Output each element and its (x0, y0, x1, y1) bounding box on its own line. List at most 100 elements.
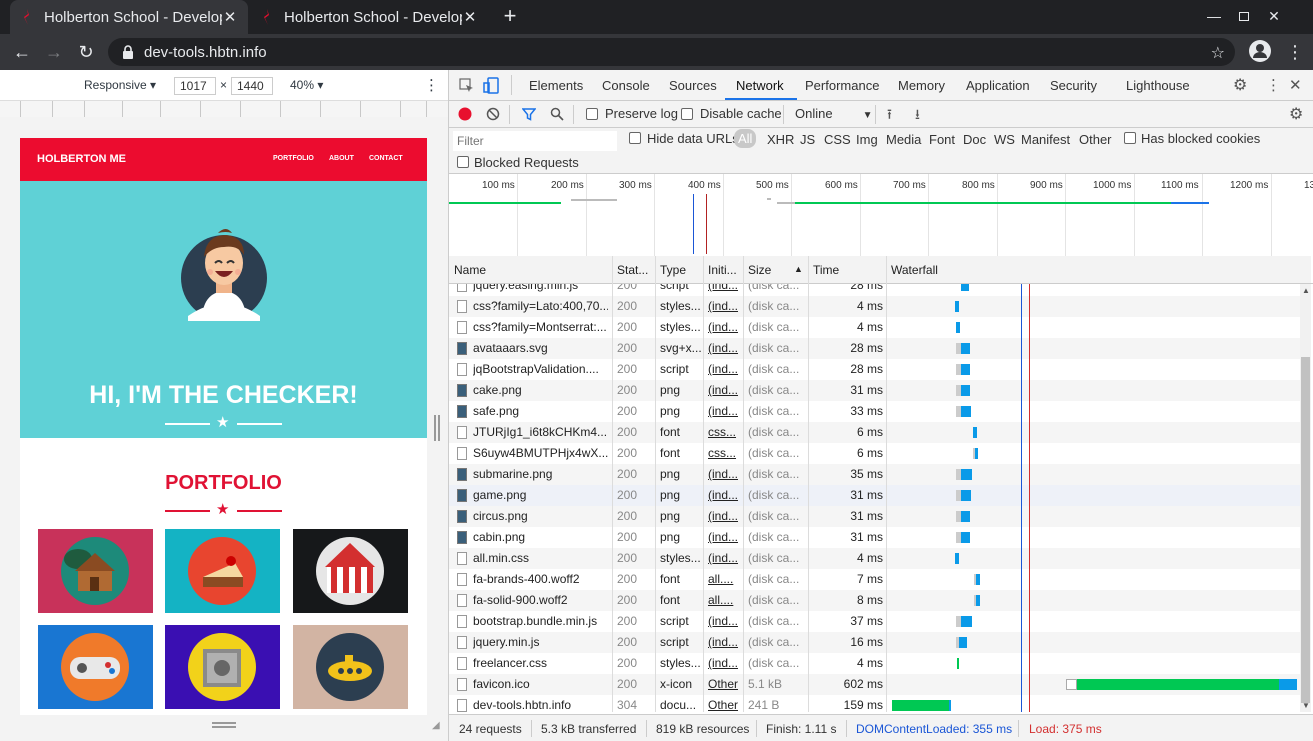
request-initiator[interactable]: (ind... (708, 284, 743, 292)
reload-icon[interactable]: ↻ (74, 40, 98, 64)
nav-contact[interactable]: CONTACT (369, 155, 403, 162)
table-row[interactable]: cabin.png 200 png (ind... (disk ca... 31 ms (449, 527, 1311, 548)
request-initiator[interactable]: (ind... (708, 551, 743, 565)
table-row[interactable]: jqBootstrapValidation.... 200 script (ind..… (449, 359, 1311, 380)
devtools-more-icon[interactable]: ⋮ (1266, 76, 1281, 94)
scroll-up-icon[interactable]: ▲ (1302, 286, 1310, 295)
table-row[interactable]: jquery.easing.min.js 200 script (ind... (dis… (449, 284, 1311, 296)
tab-sources[interactable]: Sources (669, 78, 717, 93)
close-tab-icon[interactable]: ✕ (462, 8, 478, 26)
tab-console[interactable]: Console (602, 78, 650, 93)
portfolio-item-cake[interactable] (165, 529, 280, 613)
forward-arrow-icon[interactable]: → (42, 40, 66, 64)
request-initiator[interactable]: (ind... (708, 341, 743, 355)
table-row[interactable]: safe.png 200 png (ind... (disk ca... 33 ms (449, 401, 1311, 422)
brand-logo[interactable]: HOLBERTON ME (37, 153, 126, 165)
browser-tab-2[interactable]: Holberton School - Develop ✕ (250, 0, 488, 34)
table-row[interactable]: cake.png 200 png (ind... (disk ca... 31 ms (449, 380, 1311, 401)
request-initiator[interactable]: (ind... (708, 467, 743, 481)
hide-data-urls-checkbox[interactable] (629, 132, 641, 144)
viewport-width-input[interactable]: 1017 (174, 77, 216, 95)
request-initiator[interactable]: (ind... (708, 320, 743, 334)
filter-funnel-icon[interactable] (522, 107, 536, 121)
tab-lighthouse[interactable]: Lighthouse (1126, 78, 1190, 93)
table-row[interactable]: bootstrap.bundle.min.js 200 script (ind... (… (449, 611, 1311, 632)
tab-memory[interactable]: Memory (898, 78, 945, 93)
table-row[interactable]: dev-tools.hbtn.info 304 docu... Other 241 B 1… (449, 695, 1311, 712)
request-initiator[interactable]: Other (708, 698, 743, 712)
type-filter-img[interactable]: Img (856, 132, 878, 147)
close-tab-icon[interactable]: ✕ (222, 8, 238, 26)
column-size[interactable]: Size (748, 263, 771, 277)
request-initiator[interactable]: all.... (708, 593, 743, 607)
portfolio-item-circus[interactable] (293, 529, 408, 613)
bookmark-star-icon[interactable]: ☆ (1211, 43, 1225, 63)
resize-corner-icon[interactable]: ◢ (432, 720, 444, 732)
request-initiator[interactable]: (ind... (708, 488, 743, 502)
table-row[interactable]: S6uyw4BMUTPHjx4wX... 200 font css... (disk c… (449, 443, 1311, 464)
table-scrollbar[interactable]: ▲ ▼ (1300, 284, 1311, 712)
column-name[interactable]: Name (454, 263, 486, 277)
column-waterfall[interactable]: Waterfall (891, 263, 938, 277)
tab-network[interactable]: Network (736, 78, 784, 93)
maximize-icon[interactable] (1234, 8, 1254, 26)
table-row[interactable]: JTURjIg1_i6t8kCHKm4... 200 font css... (disk… (449, 422, 1311, 443)
request-initiator[interactable]: (ind... (708, 383, 743, 397)
table-row[interactable]: avataaars.svg 200 svg+x... (ind... (disk ca.… (449, 338, 1311, 359)
clear-icon[interactable] (486, 107, 500, 121)
viewport-height-input[interactable]: 1440 (231, 77, 273, 95)
type-filter-all[interactable]: All (734, 129, 757, 148)
request-initiator[interactable]: (ind... (708, 299, 743, 313)
inspect-element-icon[interactable] (459, 78, 474, 93)
type-filter-other[interactable]: Other (1079, 132, 1112, 147)
address-bar[interactable]: dev-tools.hbtn.info ☆ (108, 38, 1235, 66)
request-initiator[interactable]: css... (708, 446, 743, 460)
type-filter-media[interactable]: Media (886, 132, 921, 147)
device-mode-select[interactable]: Responsive ▾ (84, 78, 156, 92)
tab-performance[interactable]: Performance (805, 78, 879, 93)
back-arrow-icon[interactable]: ← (10, 40, 34, 64)
request-initiator[interactable]: (ind... (708, 509, 743, 523)
chrome-menu-icon[interactable]: ⋮ (1283, 40, 1307, 64)
filter-input[interactable] (453, 131, 617, 151)
type-filter-css[interactable]: CSS (824, 132, 851, 147)
portfolio-item-game[interactable] (38, 625, 153, 709)
column-status[interactable]: Stat... (617, 263, 648, 277)
type-filter-doc[interactable]: Doc (963, 132, 986, 147)
request-initiator[interactable]: all.... (708, 572, 743, 586)
zoom-select[interactable]: 40% ▾ (290, 78, 323, 92)
new-tab-button[interactable]: + (498, 5, 522, 29)
column-time[interactable]: Time (813, 263, 839, 277)
table-row[interactable]: css?family=Lato:400,70... 200 styles... (in… (449, 296, 1311, 317)
search-icon[interactable] (550, 107, 564, 121)
portfolio-item-safe[interactable] (165, 625, 280, 709)
export-har-icon[interactable]: ⭳ (915, 104, 920, 128)
type-filter-ws[interactable]: WS (994, 132, 1015, 147)
request-initiator[interactable]: css... (708, 425, 743, 439)
resize-handle-right[interactable] (434, 415, 440, 441)
resize-handle-bottom[interactable] (212, 722, 236, 728)
table-row[interactable]: submarine.png 200 png (ind... (disk ca... 35 … (449, 464, 1311, 485)
profile-avatar-icon[interactable] (1248, 39, 1272, 63)
settings-gear-icon[interactable]: ⚙ (1233, 75, 1247, 95)
close-window-icon[interactable]: ✕ (1264, 8, 1284, 26)
network-settings-gear-icon[interactable]: ⚙ (1289, 104, 1303, 124)
table-row[interactable]: all.min.css 200 styles... (ind... (disk ca..… (449, 548, 1311, 569)
column-initiator[interactable]: Initi... (708, 263, 737, 277)
scroll-down-icon[interactable]: ▼ (1302, 701, 1310, 710)
minimize-icon[interactable]: — (1204, 8, 1224, 26)
table-row[interactable]: favicon.ico 200 x-icon Other 5.1 kB 602 ms (449, 674, 1311, 695)
request-initiator[interactable]: (ind... (708, 614, 743, 628)
request-initiator[interactable]: (ind... (708, 404, 743, 418)
request-initiator[interactable]: (ind... (708, 656, 743, 670)
type-filter-font[interactable]: Font (929, 132, 955, 147)
table-row[interactable]: css?family=Montserrat:... 200 styles... (in… (449, 317, 1311, 338)
table-row[interactable]: circus.png 200 png (ind... (disk ca... 31 ms (449, 506, 1311, 527)
request-initiator[interactable]: (ind... (708, 530, 743, 544)
type-filter-xhr[interactable]: XHR (767, 132, 794, 147)
request-initiator[interactable]: (ind... (708, 635, 743, 649)
tab-application[interactable]: Application (966, 78, 1030, 93)
column-type[interactable]: Type (660, 263, 686, 277)
type-filter-manifest[interactable]: Manifest (1021, 132, 1070, 147)
request-initiator[interactable]: (ind... (708, 362, 743, 376)
